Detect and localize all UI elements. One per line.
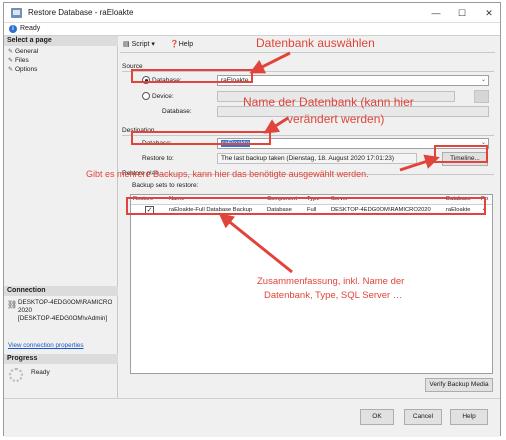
annotation-summary: Zusammenfassung, inkl. Name der [257,276,405,287]
progress-spinner-icon [9,368,23,382]
window-title: Restore Database - raEloakte [28,8,134,17]
device-database-label: Database: [162,108,192,115]
annotation-backups: Gibt es mehrere Backups, kann hier das b… [86,169,369,179]
restore-database-dialog: Restore Database - raEloakte — ☐ ✕ i Rea… [3,2,501,437]
server-name-cont: 2020 [18,307,33,314]
page-label: Options [15,66,38,73]
backup-sets-label: Backup sets to restore: [132,182,199,189]
script-label: Script [131,41,150,48]
page-label: Files [15,57,29,64]
select-page-header: Select a page [4,36,118,46]
annotation-summary-cont: Datenbank, Type, SQL Server … [264,290,403,301]
wrench-icon: ✎ [8,58,14,64]
connection-info: DESKTOP-4EDG0OM\RAMICRO 2020 [DESKTOP-4E… [18,299,112,323]
status-text: Ready [20,25,41,32]
help-button[interactable]: ❓Help [170,40,193,48]
timeline-highlight [434,145,488,163]
left-pane: Select a page ✎ General ✎ Files ✎ Options C… [4,36,118,398]
annotation-select-database: Datenbank auswählen [256,36,375,50]
progress-header: Progress [4,354,118,364]
page-options[interactable]: ✎ Options [8,66,37,73]
connection-icon: ⛓ [7,300,18,309]
annotation-database-name: Name der Datenbank (kann hier [243,95,414,109]
main-pane: ▤ Script ▾ ❓Help Source Database: raEloa… [120,36,500,398]
source-database-select[interactable]: raEloakte ⌄ [217,75,489,86]
view-connection-properties-link[interactable]: View connection properties [8,342,84,349]
annotation-database-name-cont: verändert werden) [287,112,385,126]
dialog-buttons: OK Cancel Help [4,398,500,437]
restore-to-field: The last backup taken (Dienstag, 18. Aug… [217,153,417,164]
minimize-icon[interactable]: — [429,6,443,20]
close-icon[interactable]: ✕ [482,6,496,20]
verify-backup-media-button[interactable]: Verify Backup Media [425,378,493,392]
status-bar: i Ready [4,23,500,36]
script-button[interactable]: ▤ Script ▾ [123,40,155,48]
maximize-icon[interactable]: ☐ [455,6,469,20]
device-radio[interactable] [142,92,150,100]
title-bar: Restore Database - raEloakte — ☐ ✕ [4,3,500,23]
cancel-button[interactable]: Cancel [404,409,442,425]
toolbar-divider [120,52,495,53]
help-icon: ❓ [170,41,179,48]
info-icon: i [9,25,17,33]
help-label: Help [178,41,194,48]
device-radio-label: Device: [152,93,174,100]
wrench-icon: ✎ [8,67,14,73]
ok-button[interactable]: OK [360,409,394,425]
source-database-highlight [131,69,253,83]
user-name: [DESKTOP-4EDG0OM\vAdmin] [18,315,108,322]
connection-header: Connection [4,286,118,296]
script-icon: ▤ [123,41,130,48]
chevron-down-icon: ⌄ [480,77,486,83]
progress-status: Ready [31,369,50,376]
backup-row-highlight [126,197,486,215]
destination-database-highlight [131,131,271,145]
app-icon [11,8,22,18]
device-browse-button[interactable] [474,90,489,103]
page-files[interactable]: ✎ Files [8,57,29,64]
page-label: General [15,48,39,55]
restore-to-label: Restore to: [142,155,174,162]
help-dialog-button[interactable]: Help [450,409,488,425]
wrench-icon: ✎ [8,49,14,55]
page-general[interactable]: ✎ General [8,48,38,55]
server-name: DESKTOP-4EDG0OM\RAMICRO [18,299,113,306]
